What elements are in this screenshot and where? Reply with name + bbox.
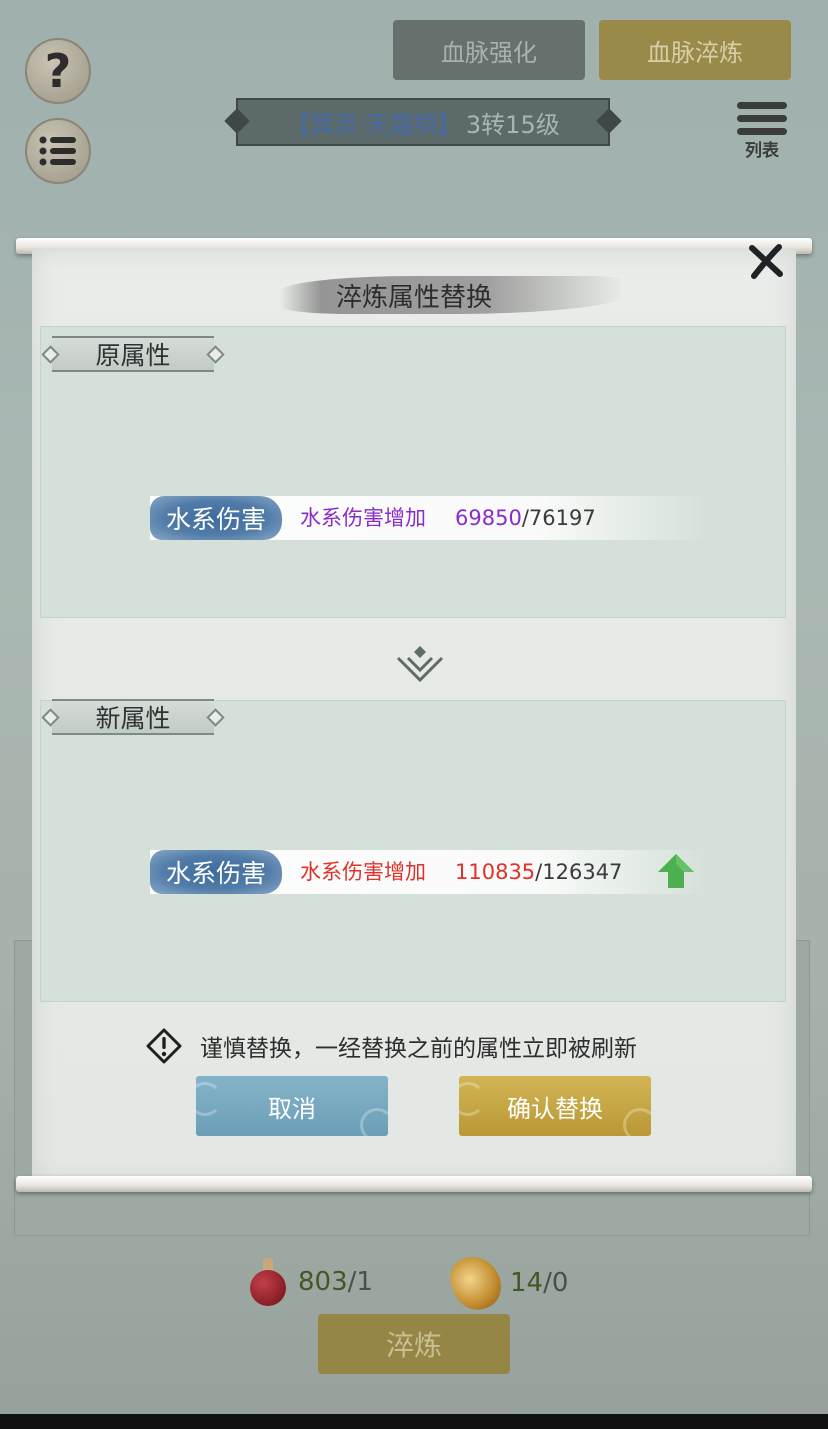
- pet-level: 3转15级: [465, 110, 560, 139]
- new-attribute-row: 水系伤害 水系伤害增加 110835/126347: [150, 850, 710, 894]
- list-icon: [737, 100, 787, 140]
- help-button[interactable]: ?: [25, 38, 91, 104]
- list-button[interactable]: 列表: [732, 100, 792, 164]
- banner-ornament-right: [596, 108, 622, 134]
- tab-bloodline-refine[interactable]: 血脉淬炼: [599, 20, 791, 80]
- cancel-label: 取消: [268, 1094, 316, 1123]
- banner-ornament-left: [224, 108, 250, 134]
- attribute-description: 水系伤害增加: [300, 506, 426, 530]
- attribute-max: /126347: [535, 860, 623, 884]
- cloud-ornament: [459, 1082, 485, 1116]
- potion-resource: 803 /1: [248, 1256, 373, 1308]
- level-banner: 【冥灵·天霜鸮】 3转15级: [224, 98, 622, 146]
- tab-bloodline-strengthen[interactable]: 血脉强化: [393, 20, 585, 80]
- attribute-max: /76197: [521, 506, 596, 530]
- attribute-badge: 水系伤害: [150, 850, 282, 894]
- attribute-badge: 水系伤害: [150, 496, 282, 540]
- menu-button[interactable]: [25, 118, 91, 184]
- close-button[interactable]: [744, 240, 788, 284]
- stone-icon: [444, 1249, 508, 1317]
- tab-label: 血脉淬炼: [647, 38, 743, 67]
- scroll-rod-bottom: [16, 1176, 812, 1192]
- attribute-current: 110835: [455, 860, 536, 884]
- attribute-value: 69850/76197: [455, 496, 596, 540]
- stone-resource: 14 /0: [444, 1249, 569, 1317]
- old-attribute-tag: 原属性: [41, 336, 225, 372]
- confirm-label: 确认替换: [507, 1094, 603, 1123]
- dialog-title: 淬炼属性替换: [335, 282, 492, 313]
- refine-button[interactable]: 淬炼: [318, 1314, 510, 1374]
- potion-need: /1: [347, 1267, 373, 1297]
- chevron-down-icon: [396, 646, 444, 683]
- pet-name: 【冥灵·天霜鸮】: [286, 110, 462, 139]
- old-attribute-row: 水系伤害 水系伤害增加 69850/76197: [150, 496, 710, 540]
- warning-text: 谨慎替换，一经替换之前的属性立即被刷新: [200, 1036, 637, 1062]
- cloud-ornament: [623, 1108, 651, 1136]
- refine-label: 淬炼: [385, 1329, 442, 1362]
- attribute-current: 69850: [455, 506, 522, 530]
- resource-row: 803 /1 14 /0: [0, 1249, 828, 1317]
- close-icon: [749, 244, 783, 279]
- attribute-value: 110835/126347: [455, 850, 622, 894]
- old-attribute-label: 原属性: [95, 341, 171, 370]
- cloud-ornament: [360, 1108, 388, 1136]
- attribute-description: 水系伤害增加: [300, 860, 426, 884]
- potion-icon: [248, 1256, 288, 1308]
- confirm-replace-button[interactable]: 确认替换: [459, 1076, 651, 1136]
- new-attribute-label: 新属性: [95, 704, 171, 733]
- cloud-ornament: [196, 1082, 222, 1116]
- warning-icon: [146, 1028, 182, 1064]
- up-arrow-icon: [658, 854, 694, 888]
- menu-list-icon: [39, 136, 76, 166]
- stone-have: 14: [510, 1268, 544, 1298]
- bottom-bar: [0, 1414, 828, 1429]
- question-icon: ?: [44, 44, 72, 98]
- stone-need: /0: [543, 1268, 569, 1298]
- tab-label: 血脉强化: [441, 38, 537, 67]
- cancel-button[interactable]: 取消: [196, 1076, 388, 1136]
- new-attribute-tag: 新属性: [41, 699, 225, 735]
- potion-have: 803: [298, 1267, 348, 1297]
- replace-warning: 谨慎替换，一经替换之前的属性立即被刷新: [146, 1026, 637, 1066]
